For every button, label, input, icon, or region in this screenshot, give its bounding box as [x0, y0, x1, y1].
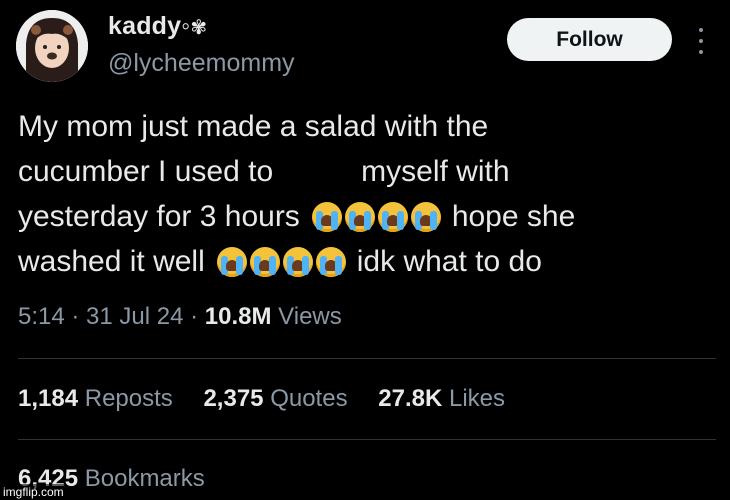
views-label: Views	[278, 303, 342, 330]
quotes-label: Quotes	[270, 385, 348, 412]
tweet-text-segment: yesterday for 3 hours	[18, 200, 300, 233]
quotes-count: 2,375	[203, 385, 264, 412]
tweet-line-1: My mom just made a salad with the	[18, 104, 708, 149]
divider	[18, 439, 716, 440]
quotes-stat[interactable]: 2,375 Quotes	[203, 385, 347, 412]
tweet-text-segment: washed it well	[18, 245, 205, 278]
tweet-text-segment: cucumber I used to	[18, 155, 274, 188]
follow-button[interactable]: Follow	[507, 18, 672, 61]
crying-face-icon	[377, 201, 408, 232]
more-dot	[699, 28, 703, 32]
author-name[interactable]: kaddy◦✾	[108, 12, 207, 41]
tweet-line-2: cucumber I used to myself with	[18, 149, 708, 194]
bookmarks-label: Bookmarks	[84, 465, 205, 492]
divider	[18, 358, 716, 359]
tweet-text-segment: myself with	[361, 155, 510, 188]
meta-separator: ·	[64, 303, 87, 330]
likes-label: Likes	[448, 385, 505, 412]
tweet-line-4: washed it well idk what to do	[18, 239, 708, 284]
crying-face-icon	[344, 201, 375, 232]
crying-face-icon	[315, 246, 346, 277]
tweet-text-segment: My mom just made a salad with the	[18, 110, 489, 143]
meta-separator: ·	[183, 303, 205, 330]
views-count: 10.8M	[204, 303, 272, 330]
crying-face-icon	[249, 246, 280, 277]
author-name-text: kaddy◦	[108, 12, 191, 40]
reposts-stat[interactable]: 1,184 Reposts	[18, 385, 173, 412]
tweet-time[interactable]: 5:14	[18, 303, 65, 330]
tweet-text: My mom just made a salad with the cucumb…	[18, 104, 708, 284]
avatar-image	[16, 10, 88, 82]
more-dot	[699, 39, 703, 43]
watermark: imgflip.com	[0, 484, 67, 500]
more-dot	[699, 50, 703, 54]
flower-icon: ✾	[190, 17, 208, 39]
tweet-text-segment: idk what to do	[356, 245, 542, 278]
crying-face-icon	[216, 246, 247, 277]
crying-face-icon	[410, 201, 441, 232]
tweet-date[interactable]: 31 Jul 24	[86, 303, 183, 330]
author-handle[interactable]: @lycheemommy	[108, 49, 295, 78]
reposts-count: 1,184	[18, 385, 79, 412]
tweet-line-3: yesterday for 3 hours hope she	[18, 194, 708, 239]
likes-stat[interactable]: 27.8K Likes	[378, 385, 505, 412]
reposts-label: Reposts	[84, 385, 173, 412]
likes-count: 27.8K	[378, 385, 443, 412]
more-vertical-icon[interactable]	[697, 28, 705, 54]
engagement-stats: 1,184 Reposts 2,375 Quotes 27.8K Likes	[18, 385, 529, 413]
tweet-text-segment: hope she	[451, 200, 576, 233]
avatar[interactable]	[16, 10, 88, 82]
crying-face-icon	[282, 246, 313, 277]
crying-face-icon	[311, 201, 342, 232]
tweet-meta: 5:14 · 31 Jul 24 · 10.8M Views	[18, 303, 342, 331]
